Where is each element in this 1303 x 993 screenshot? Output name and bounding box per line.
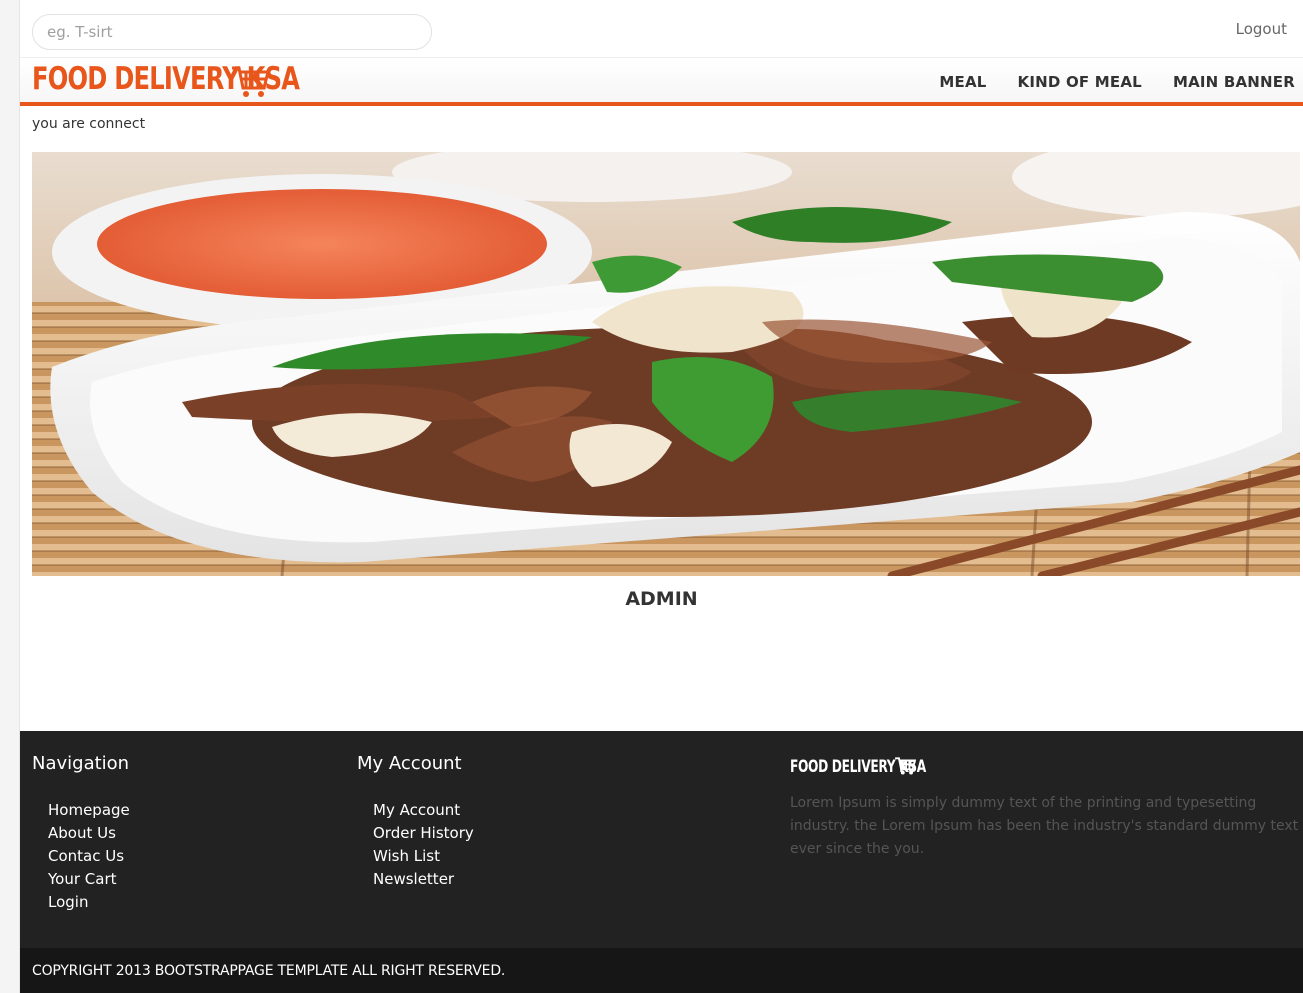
brand-logo[interactable]: FOOD DELIVERY KSA bbox=[32, 61, 375, 97]
nav-item-kind-of-meal[interactable]: KIND OF MEAL bbox=[1018, 73, 1142, 91]
connection-status: you are connect bbox=[32, 116, 146, 132]
copyright-text: COPYRIGHT 2013 BOOTSTRAPPAGE TEMPLATE AL… bbox=[32, 963, 506, 979]
logout-link[interactable]: Logout bbox=[1236, 20, 1287, 38]
left-page-gutter bbox=[0, 0, 20, 993]
shopping-cart-icon bbox=[895, 757, 916, 775]
footer-brand-logo: FOOD DELIVERY KSA bbox=[790, 757, 979, 777]
footer-navigation-list: Homepage About Us Contac Us Your Cart Lo… bbox=[48, 799, 130, 914]
footer-link-your-cart[interactable]: Your Cart bbox=[48, 868, 130, 891]
site-footer: Navigation Homepage About Us Contac Us Y… bbox=[20, 731, 1303, 948]
footer-link-login[interactable]: Login bbox=[48, 891, 130, 914]
footer-link-wish-list[interactable]: Wish List bbox=[373, 845, 474, 868]
nav-item-main-banner[interactable]: MAIN BANNER bbox=[1173, 73, 1295, 91]
footer-description: Lorem Ipsum is simply dummy text of the … bbox=[790, 795, 1299, 857]
footer-link-contact-us[interactable]: Contac Us bbox=[48, 845, 130, 868]
copyright-bar: COPYRIGHT 2013 BOOTSTRAPPAGE TEMPLATE AL… bbox=[20, 948, 1303, 993]
site-header: FOOD DELIVERY KSA MEAL KIND OF MEAL MAIN… bbox=[20, 58, 1303, 106]
footer-link-my-account[interactable]: My Account bbox=[373, 799, 474, 822]
footer-account-heading: My Account bbox=[357, 753, 462, 774]
main-nav: MEAL KIND OF MEAL MAIN BANNER bbox=[939, 73, 1295, 91]
food-plate-image bbox=[32, 152, 1300, 576]
shopping-cart-icon bbox=[232, 66, 270, 97]
footer-link-order-history[interactable]: Order History bbox=[373, 822, 474, 845]
footer-navigation-heading: Navigation bbox=[32, 753, 130, 774]
page-title: ADMIN bbox=[625, 588, 698, 610]
search-input[interactable] bbox=[32, 14, 432, 50]
footer-account-list: My Account Order History Wish List Newsl… bbox=[373, 799, 474, 891]
footer-link-about-us[interactable]: About Us bbox=[48, 822, 130, 845]
page: Logout FOOD DELIVERY KSA MEAL KIND OF ME… bbox=[20, 0, 1303, 993]
nav-item-meal[interactable]: MEAL bbox=[939, 73, 986, 91]
top-bar: Logout bbox=[20, 0, 1303, 58]
footer-link-homepage[interactable]: Homepage bbox=[48, 799, 130, 822]
footer-link-newsletter[interactable]: Newsletter bbox=[373, 868, 474, 891]
